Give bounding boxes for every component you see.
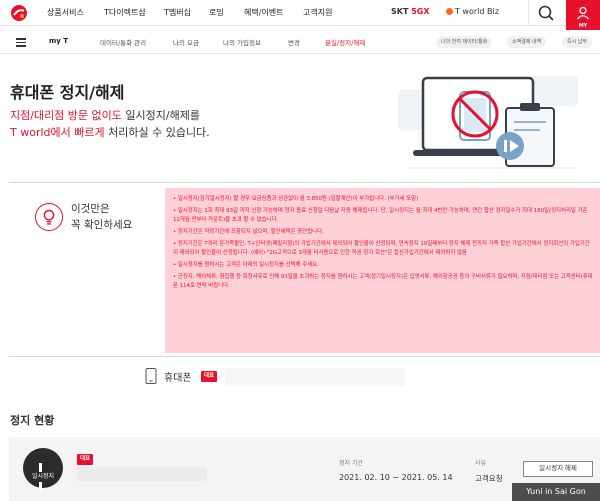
notice-section: 이것만은 꼭 확인하세요 • 일시정지(장기일시정지) 할 경우 요금상품과 상… <box>9 182 600 357</box>
period-value: 2021. 02. 10 ~ 2021. 05. 14 <box>339 473 453 482</box>
notice-item: • 정지기간은 약정기간에 포함되지 않으며, 할인혜택은 중단됩니다. <box>173 229 324 235</box>
subnav-change[interactable]: 변경 <box>288 37 300 47</box>
search-icon[interactable] <box>536 3 556 23</box>
release-suspension-button[interactable]: 일시정지 해제 <box>523 461 593 477</box>
pause-label: 일시정지 <box>31 473 55 480</box>
notice-title-line2: 꼭 확인하세요 <box>71 219 133 231</box>
menu-roaming[interactable]: 로밍 <box>209 7 224 18</box>
chip-micropayment[interactable]: 소액결제 내역 <box>507 36 547 48</box>
mobile-phone-icon <box>145 368 157 384</box>
menu-benefits[interactable]: 혜택/이벤트 <box>244 7 284 18</box>
pause-icon <box>39 457 47 491</box>
tworld-dot-icon <box>446 8 453 15</box>
menu-products[interactable]: 상품서비스 <box>47 7 84 18</box>
chip-remaining-data[interactable]: 나의 잔여 데이터/통화 <box>436 36 493 48</box>
redacted-line-info <box>77 467 207 481</box>
divider <box>528 0 529 26</box>
notice-title: 이것만은 꼭 확인하세요 <box>71 201 132 233</box>
hero-line1-text: 일시정지/해제를 <box>121 109 200 122</box>
notice-title-line1: 이것만은 <box>71 203 110 215</box>
reason-value: 고객요청 <box>475 474 503 483</box>
pause-status-icon: 일시정지 <box>23 448 63 491</box>
status-section-title: 정지 현황 <box>10 414 55 427</box>
redacted-phone-number <box>225 368 405 386</box>
hamburger-menu-icon[interactable] <box>16 38 26 47</box>
subnav-my-bill[interactable]: 나의 요금 <box>173 37 199 47</box>
subnav-my-subscription[interactable]: 나의 가입정보 <box>223 37 261 47</box>
reason-label: 사유 <box>475 460 487 467</box>
menu-support[interactable]: 고객지원 <box>303 7 332 18</box>
hero-description: 지점/대리점 방문 없이도 일시정지/해제를 T world에서 빠르게 처리하… <box>10 107 210 141</box>
sub-navigation: my T 데이터/통화 관리 나의 요금 나의 가입정보 변경 분실/정지/해제… <box>0 30 600 54</box>
hero-line2-text: 처리하실 수 있습니다. <box>104 126 210 139</box>
hero-line2-highlight: T world에서 빠르게 <box>10 126 105 139</box>
subnav-data-call[interactable]: 데이터/통화 관리 <box>100 37 146 47</box>
suspended-phone-illustration-icon <box>398 76 578 169</box>
period-label: 정지 기간 <box>339 460 363 467</box>
representative-badge: 대표 <box>77 454 94 465</box>
skt-logo-icon[interactable] <box>10 4 28 22</box>
tworld-biz-link[interactable]: T world Biz <box>446 7 499 16</box>
top-navigation: 상품서비스 T다이렉트샵 T멤버십 로밍 혜택/이벤트 고객지원 SKT 5GX… <box>0 0 600 36</box>
myt-title[interactable]: my T <box>49 37 68 45</box>
skt-prefix: SKT <box>391 7 409 16</box>
notice-item: • 일시정지를 원하시는 고객은 아래의 일시정지를 선택해 주세요. <box>173 262 319 268</box>
chip-instant-pay[interactable]: 즉시 납부 <box>562 36 592 48</box>
notice-item: • 군정지, 해외체류, 형집행 등 특정사유로 인해 93일을 초과하는 정지… <box>173 274 593 289</box>
lightbulb-icon <box>35 203 63 231</box>
page-title: 휴대폰 정지/해제 <box>10 83 125 102</box>
watermark: Yuni in Sai Gon <box>512 483 600 501</box>
representative-badge: 대표 <box>201 371 218 382</box>
my-label: MY <box>578 23 588 29</box>
menu-membership[interactable]: T멤버십 <box>164 7 191 18</box>
subnav-loss-suspend[interactable]: 분실/정지/해제 <box>325 37 365 47</box>
menu-direct-shop[interactable]: T다이렉트샵 <box>104 7 146 18</box>
notice-item: • 정지기간은 T끼리 온가족할인, T+인터넷(패밀리형)의 가입기간에서 제… <box>173 241 590 256</box>
notice-item: • 일시정지(장기일시정지) 할 경우 요금상품과 상관없이 월 3,850원 … <box>173 196 419 202</box>
skt-5gx-link[interactable]: SKT 5GX <box>391 7 430 16</box>
hero-line1-highlight: 지점/대리점 방문 없이도 <box>10 109 122 122</box>
notice-item: • 일시정지는 1회 최대 93일 까지 신청 가능하며 정지 종료 신청일 다… <box>173 208 588 223</box>
notice-content: • 일시정지(장기일시정지) 할 경우 요금상품과 상관없이 월 3,850원 … <box>165 188 600 353</box>
5gx-brand: 5GX <box>411 7 430 16</box>
user-icon <box>577 6 589 20</box>
phone-label: 휴대폰 <box>164 373 192 384</box>
tworld-biz-label: T world Biz <box>455 7 499 16</box>
